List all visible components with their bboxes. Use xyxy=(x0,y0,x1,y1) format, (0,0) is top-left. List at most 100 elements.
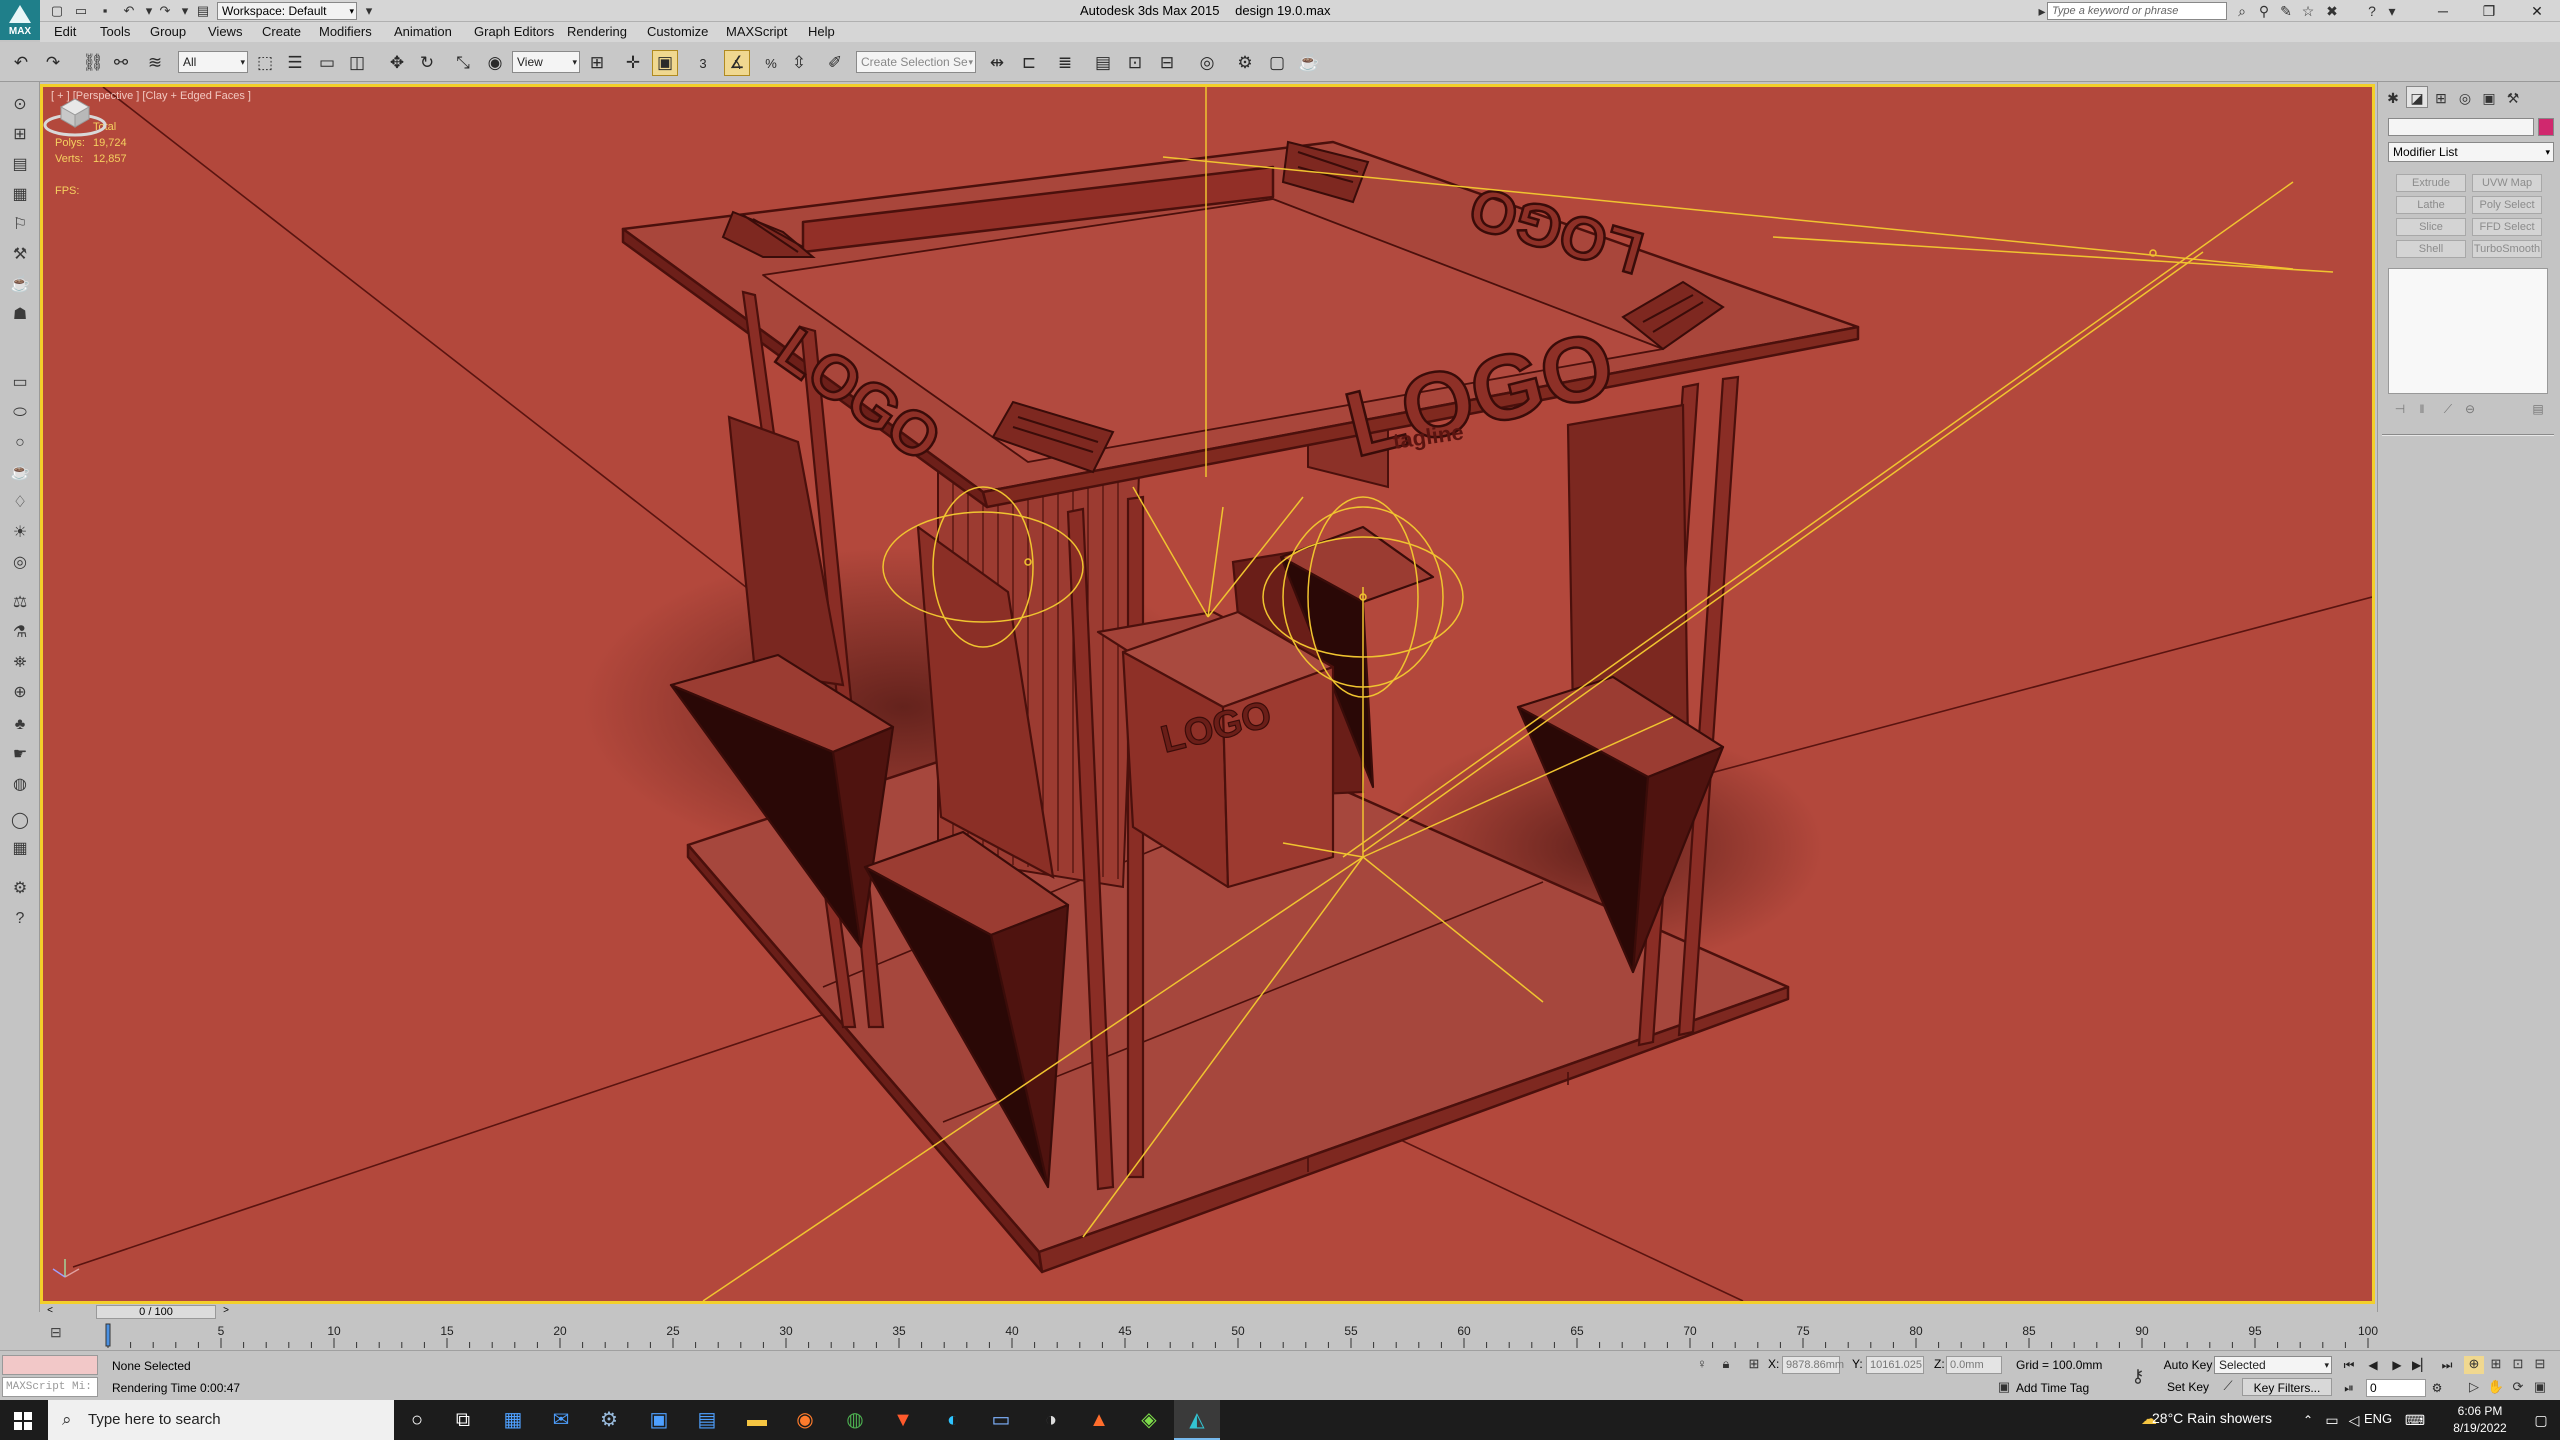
select-object-icon[interactable]: ⬚ xyxy=(252,50,278,76)
firefox-icon[interactable]: ◉ xyxy=(782,1400,828,1440)
current-frame-marker[interactable] xyxy=(105,1323,111,1347)
scene-canvas[interactable]: LOGO LOGO tagline LOGO LOGO xyxy=(43,87,2372,1301)
photoshop-icon[interactable]: ▣ xyxy=(636,1400,682,1440)
track-bar[interactable]: ⊟ 5 10 15 20 25 30 35 40 45 50 55 60 65 70 75 80 85 90 95 1… xyxy=(40,1320,2378,1350)
graphite-ribbon-icon[interactable]: ▤ xyxy=(1090,50,1116,76)
curve-editor-icon[interactable]: ⊡ xyxy=(1122,50,1148,76)
align-icon[interactable]: ⊏ xyxy=(1016,50,1042,76)
binoculars-icon[interactable]: ⌕ xyxy=(2232,2,2252,20)
edit-named-selection-icon[interactable]: ✐ xyxy=(822,50,848,76)
file-explorer-icon[interactable]: ▬ xyxy=(734,1400,780,1440)
menu-maxscript[interactable]: MAXScript xyxy=(726,24,787,39)
calculator-icon[interactable]: ▤ xyxy=(684,1400,730,1440)
object-name-field[interactable] xyxy=(2388,118,2534,136)
field-of-view-icon[interactable]: ▷ xyxy=(2464,1379,2484,1397)
bind-space-warp-icon[interactable]: ≋ xyxy=(142,50,168,76)
time-configuration-icon[interactable]: ⚙ xyxy=(2428,1379,2446,1397)
create-tab-icon[interactable]: ✱ xyxy=(2382,86,2404,108)
render-active-icon[interactable]: ☗ xyxy=(9,304,31,326)
notifications-icon[interactable]: ▢ xyxy=(2526,1400,2556,1440)
restore-button[interactable]: ❐ xyxy=(2466,0,2512,22)
selection-lock-icon[interactable]: 🔒︎ xyxy=(1716,1356,1736,1374)
current-frame-field[interactable]: 0 xyxy=(2366,1379,2426,1397)
previous-frame-icon[interactable]: ◀ xyxy=(2364,1356,2382,1374)
named-selection-sets-dropdown[interactable]: Create Selection Se ▾ xyxy=(856,51,976,73)
help-icon[interactable]: ? xyxy=(9,908,31,930)
cortana-icon[interactable]: ○ xyxy=(394,1400,440,1440)
zoom-extents-icon[interactable]: ⊡ xyxy=(2508,1356,2528,1374)
key-filters-button[interactable]: Key Filters... xyxy=(2242,1378,2332,1396)
configure-modifier-sets-icon[interactable]: ▤ xyxy=(2528,402,2548,420)
menu-views[interactable]: Views xyxy=(208,24,242,39)
maxscript-output[interactable] xyxy=(2,1355,98,1375)
time-slider-prev-icon[interactable]: < xyxy=(44,1305,56,1319)
isolate-selection-icon[interactable]: ♀ xyxy=(1692,1356,1712,1374)
layers-icon[interactable]: ▤ xyxy=(9,154,31,176)
snaps-toggle-icon[interactable]: 3 xyxy=(690,50,716,76)
menu-modifiers[interactable]: Modifiers xyxy=(319,24,372,39)
menu-group[interactable]: Group xyxy=(150,24,186,39)
time-slider-thumb[interactable]: 0 / 100 xyxy=(96,1305,216,1319)
remove-modifier-icon[interactable]: ⊖ xyxy=(2460,402,2480,420)
globe-icon[interactable]: ◍ xyxy=(9,774,31,796)
reference-coordinate-dropdown[interactable]: View ▾ xyxy=(512,51,580,73)
modify-tool-icon[interactable]: ⚖ xyxy=(9,592,31,614)
x-coord-field[interactable]: 9878.86mm xyxy=(1782,1356,1844,1374)
display-tab-icon[interactable]: ▣ xyxy=(2478,86,2500,108)
taskbar-search-input[interactable]: Type here to search xyxy=(48,1400,394,1440)
scene-explorer-icon[interactable]: ⊞ xyxy=(9,124,31,146)
turbosmooth-button[interactable]: TurboSmooth xyxy=(2472,240,2542,258)
extrude-button[interactable]: Extrude xyxy=(2396,174,2466,192)
show-end-result-icon[interactable]: ‖ xyxy=(2412,402,2432,420)
select-move-icon[interactable]: ✥ xyxy=(384,50,410,76)
project-folder-icon[interactable]: ▤ xyxy=(194,2,212,20)
selection-filter-dropdown[interactable]: All ▾ xyxy=(178,51,248,73)
absolute-mode-icon[interactable]: ⊞ xyxy=(1744,1356,1764,1374)
go-to-start-icon[interactable]: ⏮ xyxy=(2340,1356,2358,1374)
show-hidden-icons-icon[interactable]: ⌃ xyxy=(2296,1400,2320,1440)
slice-button[interactable]: Slice xyxy=(2396,218,2466,236)
light-icon[interactable]: ♢ xyxy=(9,492,31,514)
time-slider[interactable]: < 0 / 100 > xyxy=(40,1304,2375,1320)
grid-tool-icon[interactable]: ▦ xyxy=(9,838,31,860)
zoom-all-icon[interactable]: ⊞ xyxy=(2486,1356,2506,1374)
select-scale-icon[interactable]: ⤡ xyxy=(450,50,476,76)
key-tangent-icon[interactable]: ⟋ xyxy=(2218,1378,2238,1396)
set-key-button[interactable]: Set Key xyxy=(2164,1378,2212,1396)
3dsmax-taskbar-icon[interactable]: ◭ xyxy=(1174,1400,1220,1440)
box-icon[interactable]: ⬭ xyxy=(9,402,31,424)
menu-graph-editors[interactable]: Graph Editors xyxy=(474,24,554,39)
sun-icon[interactable]: ☀ xyxy=(9,522,31,544)
zoom-extents-all-icon[interactable]: ⊟ xyxy=(2530,1356,2550,1374)
tree-icon[interactable]: ♣ xyxy=(9,714,31,736)
teapot-render-icon[interactable]: ☕ xyxy=(9,274,31,296)
layer-manager-icon[interactable]: ≣ xyxy=(1052,50,1078,76)
render-setup-icon[interactable]: ⚙ xyxy=(1232,50,1258,76)
select-rotate-icon[interactable]: ↻ xyxy=(414,50,440,76)
link-icon[interactable]: ⛓ xyxy=(80,50,106,76)
hierarchy-tool-icon[interactable]: ⚗ xyxy=(9,622,31,644)
target-icon[interactable]: ◎ xyxy=(9,552,31,574)
select-manipulate-icon[interactable]: ✛ xyxy=(620,50,646,76)
redo-icon[interactable]: ↷ xyxy=(40,50,66,76)
key-mode-selected-dropdown[interactable]: Selected ▾ xyxy=(2214,1356,2332,1374)
communication-icon[interactable]: ✎ xyxy=(2276,2,2296,20)
menu-help[interactable]: Help xyxy=(808,24,835,39)
keyboard-icon[interactable]: ⌨ xyxy=(2400,1400,2430,1440)
app-menu-button[interactable]: MAX xyxy=(0,0,40,40)
exchange-apps-icon[interactable]: ✖ xyxy=(2322,2,2342,20)
viewcube[interactable] xyxy=(43,87,107,139)
language-indicator[interactable]: ENG xyxy=(2364,1411,2392,1426)
mirror-icon[interactable]: ⇹ xyxy=(984,50,1010,76)
maxscript-listener-input[interactable]: MAXScript Mi: xyxy=(2,1377,98,1397)
time-tag-icon[interactable]: ▣ xyxy=(1994,1379,2014,1397)
hand-icon[interactable]: ☛ xyxy=(9,744,31,766)
perspective-viewport[interactable]: LOGO LOGO tagline LOGO LOGO [+] [Persp… xyxy=(40,84,2375,1304)
auto-key-button[interactable]: Auto Key xyxy=(2162,1356,2214,1374)
vlc-icon[interactable]: ▲ xyxy=(1076,1400,1122,1440)
set-key-icon[interactable]: ⚷ xyxy=(2128,1366,2148,1386)
menu-edit[interactable]: Edit xyxy=(54,24,76,39)
remote-desktop-icon[interactable]: ▭ xyxy=(978,1400,1024,1440)
go-to-end-icon[interactable]: ⏭ xyxy=(2438,1356,2456,1374)
poly-select-button[interactable]: Poly Select xyxy=(2472,196,2542,214)
